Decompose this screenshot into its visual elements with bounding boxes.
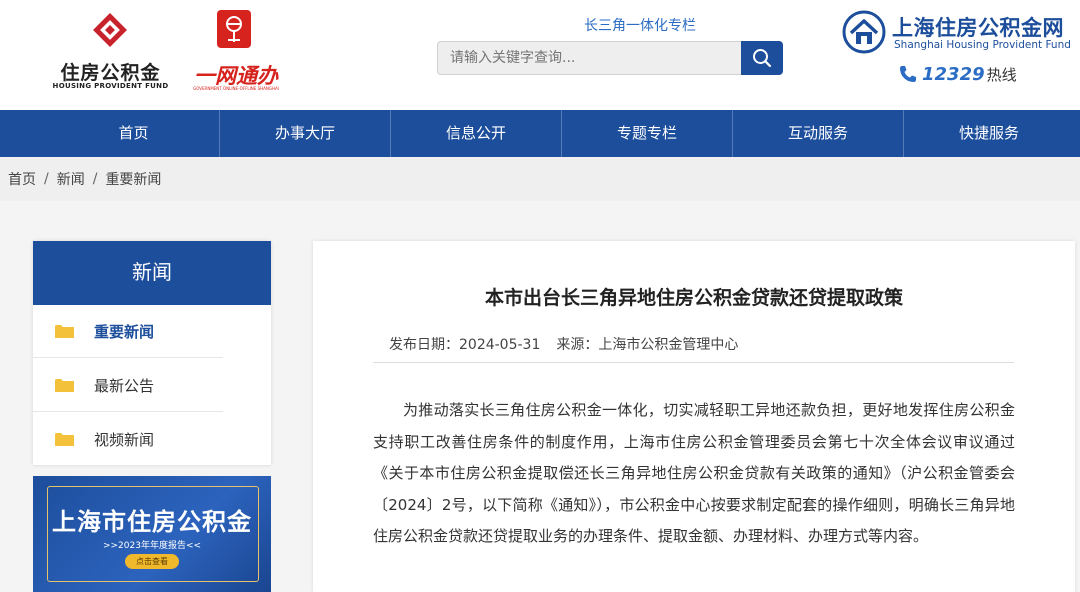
nav-item-info-disclosure[interactable]: 信息公开: [390, 110, 561, 157]
breadcrumb: 首页 / 新闻 / 重要新闻: [0, 157, 1080, 201]
hotline: 12329 热线: [898, 62, 1017, 86]
hotline-number: 12329: [922, 63, 985, 85]
nav-item-service-hall[interactable]: 办事大厅: [219, 110, 390, 157]
search-bar: [437, 41, 783, 75]
breadcrumb-news[interactable]: 新闻: [57, 169, 85, 189]
banner-title: 上海市住房公积金: [52, 508, 252, 536]
main-nav: 首页 办事大厅 信息公开 专题专栏 互动服务 快捷服务: [0, 110, 1080, 157]
logo-subtitle: Shanghai Housing Provident Fund: [894, 39, 1071, 51]
banner-subtitle: >>2023年年度报告<<: [102, 541, 202, 551]
sidebar-item-important-news[interactable]: 重要新闻: [33, 305, 223, 358]
sidebar-item-label: 最新公告: [94, 376, 155, 395]
shanghai-housing-fund-logo[interactable]: 上海住房公积金网 Shanghai Housing Provident Fund: [842, 8, 1074, 58]
breadcrumb-separator: /: [44, 171, 49, 187]
search-input[interactable]: [437, 41, 743, 75]
logo-subtitle: HOUSING PROVIDENT FUND: [52, 82, 169, 90]
nav-item-quick-service[interactable]: 快捷服务: [903, 110, 1074, 157]
news-sidebar: 新闻 重要新闻 最新公告 视频新闻: [33, 241, 271, 465]
breadcrumb-home[interactable]: 首页: [8, 169, 36, 189]
article-meta: 发布日期：2024-05-31 来源：上海市公积金管理中心: [389, 334, 738, 354]
house-emblem-icon: [842, 10, 886, 54]
site-header: 住房公积金 HOUSING PROVIDENT FUND 一网通办 GOVERN…: [0, 0, 1080, 110]
logo-title: 住房公积金: [60, 62, 161, 84]
publish-date-label: 发布日期：: [389, 337, 459, 353]
logo-subtitle: GOVERNMENT ONLINE-OFFLINE SHANGHAI: [193, 86, 279, 91]
one-network-logo[interactable]: 一网通办 GOVERNMENT ONLINE-OFFLINE SHANGHAI: [186, 10, 286, 91]
article-panel: 本市出台长三角异地住房公积金贷款还贷提取政策 发布日期：2024-05-31 来源…: [313, 241, 1075, 592]
source-label: 来源：: [556, 337, 599, 353]
divider: [373, 362, 1014, 363]
phone-icon: [900, 66, 916, 82]
article-source: 上海市公积金管理中心: [598, 337, 739, 353]
sidebar-item-video-news[interactable]: 视频新闻: [33, 413, 223, 466]
nav-item-interactive-service[interactable]: 互动服务: [732, 110, 903, 157]
annual-report-banner[interactable]: 上海市住房公积金 >>2023年年度报告<< 点击查看: [33, 476, 271, 592]
one-network-emblem-icon: [217, 10, 251, 48]
sidebar-item-label: 视频新闻: [94, 431, 155, 449]
housing-fund-logo[interactable]: 住房公积金 HOUSING PROVIDENT FUND: [48, 10, 173, 90]
search-icon: [753, 49, 772, 68]
article-title: 本市出台长三角异地住房公积金贷款还贷提取政策: [484, 287, 903, 309]
yangtze-delta-column-link[interactable]: 长三角一体化专栏: [584, 15, 696, 35]
nav-item-special-columns[interactable]: 专题专栏: [561, 110, 732, 157]
housing-fund-emblem-icon: [93, 13, 127, 47]
sidebar-item-label: 重要新闻: [94, 322, 155, 341]
sidebar-title: 新闻: [33, 241, 271, 305]
view-report-button[interactable]: 点击查看: [125, 554, 179, 569]
nav-item-home[interactable]: 首页: [48, 110, 219, 157]
breadcrumb-current[interactable]: 重要新闻: [105, 169, 161, 189]
folder-icon: [55, 378, 74, 392]
hotline-label: 热线: [986, 65, 1017, 84]
publish-date: 2024-05-31: [459, 337, 541, 353]
search-button[interactable]: [741, 41, 783, 75]
folder-icon: [55, 324, 74, 338]
article-body: 为推动落实长三角住房公积金一体化，切实减轻职工异地还款负担，更好地发挥住房公积金…: [373, 401, 1015, 545]
breadcrumb-separator: /: [92, 171, 98, 187]
sidebar-item-latest-notices[interactable]: 最新公告: [33, 359, 223, 412]
folder-icon: [55, 433, 74, 446]
logo-title: 上海住房公积金网: [892, 16, 1064, 40]
